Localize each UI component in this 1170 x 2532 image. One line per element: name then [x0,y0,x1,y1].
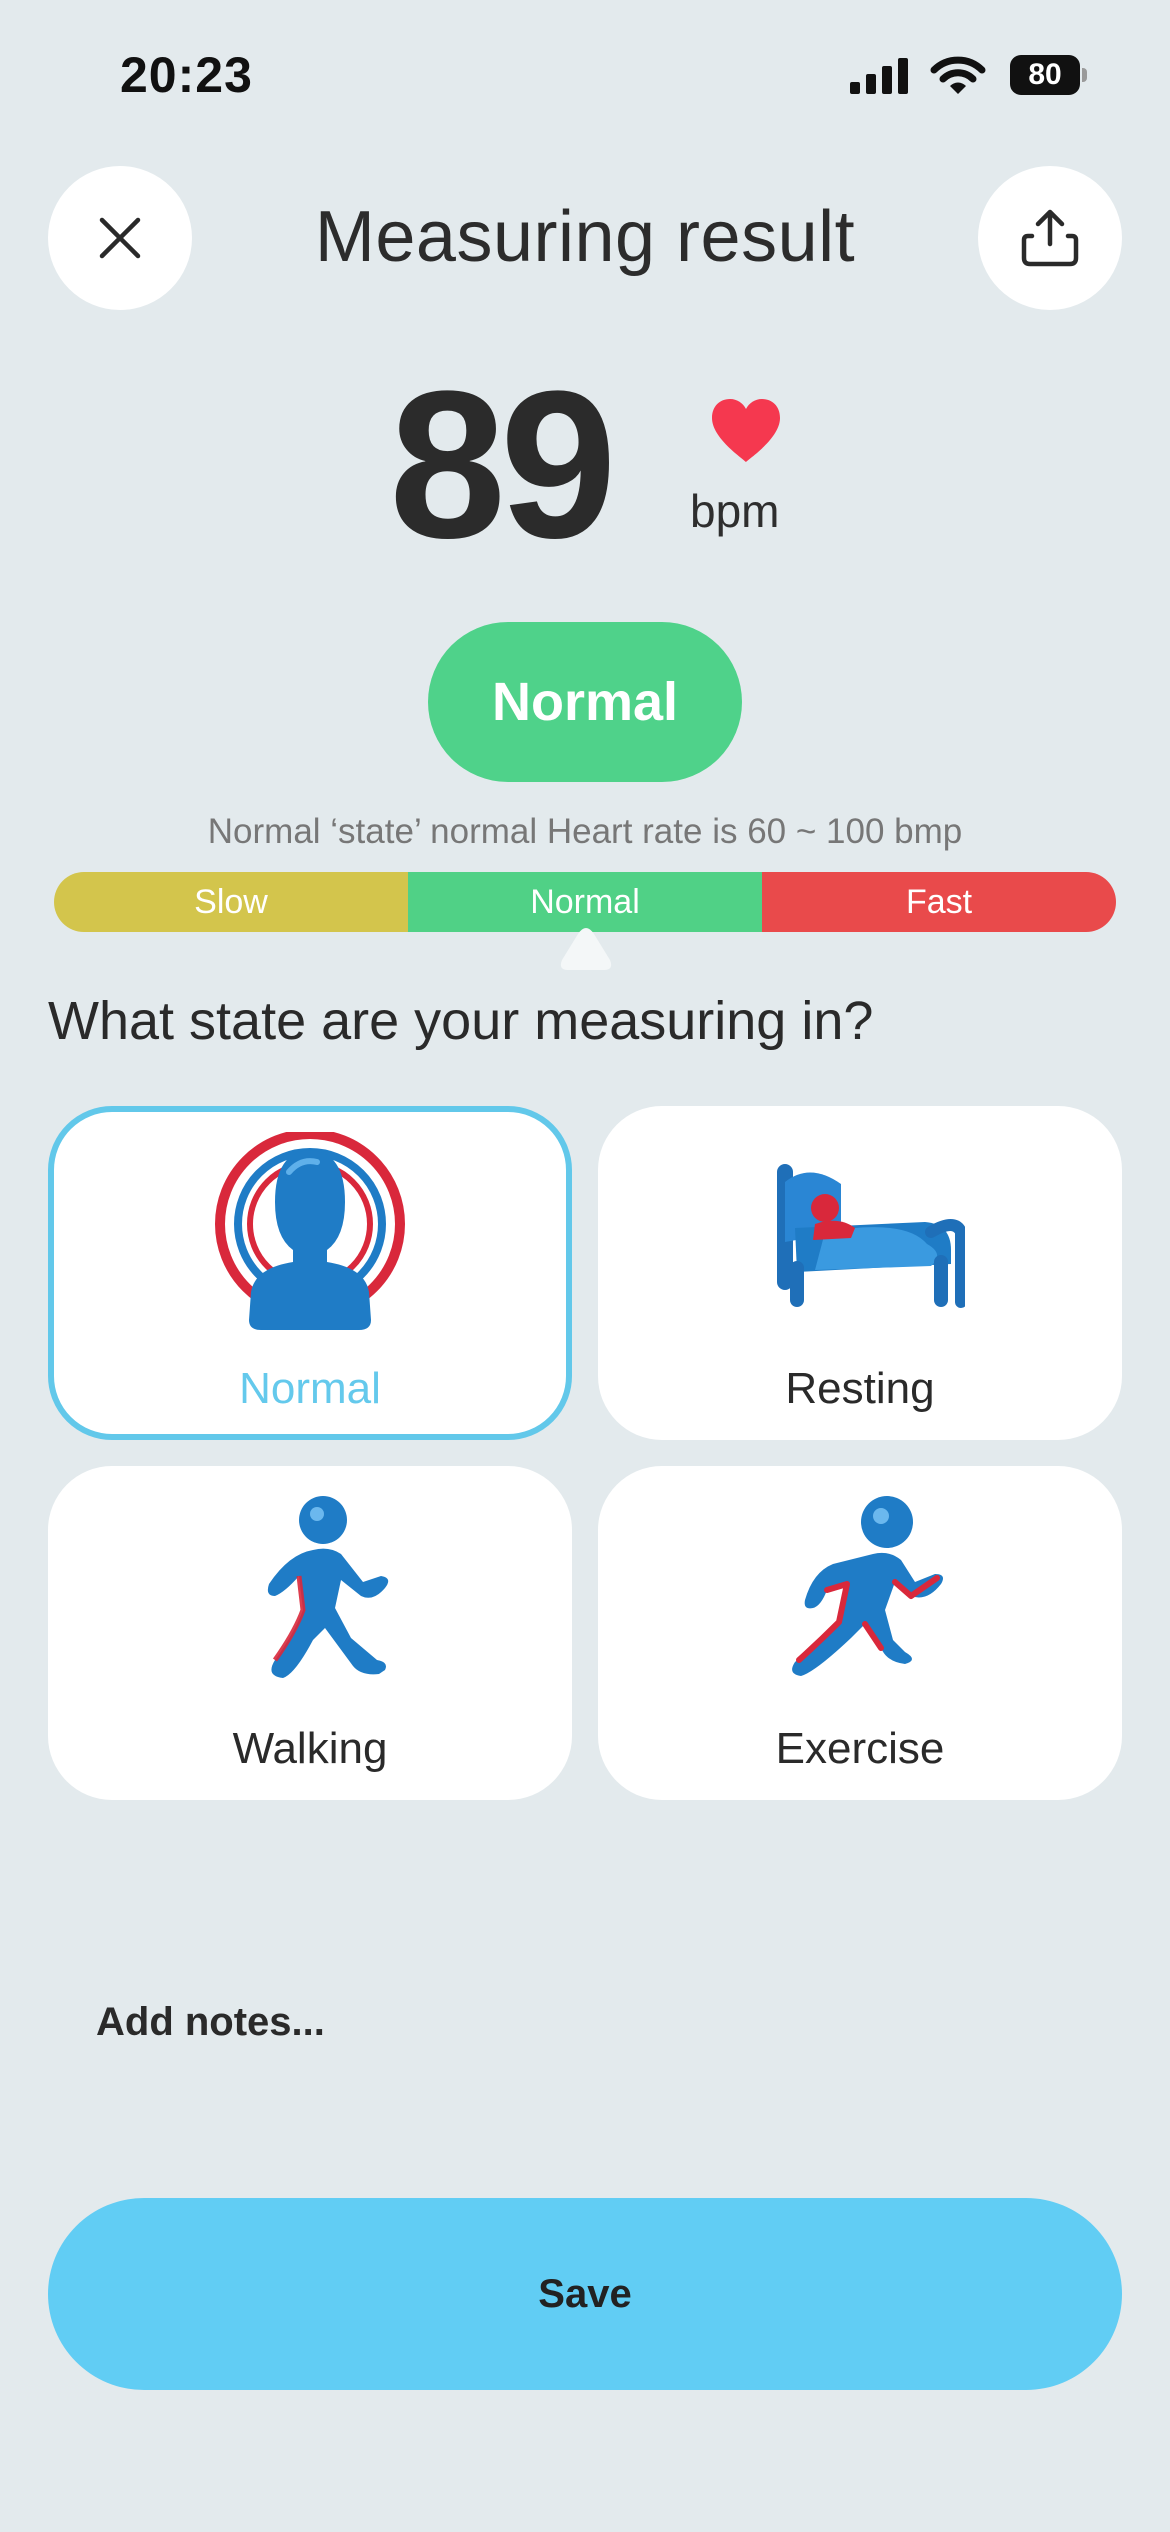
gauge-segment-fast: Fast [762,872,1116,932]
share-icon [1021,209,1079,267]
status-time: 20:23 [120,47,253,103]
state-label-exercise: Exercise [775,1724,945,1773]
range-note: Normal ‘state’ normal Heart rate is 60 ~… [207,812,963,851]
save-button[interactable]: Save [48,2198,1122,2390]
person-head-icon [215,1132,405,1330]
state-card-resting[interactable]: Resting [598,1106,1122,1440]
running-person-icon [792,1496,943,1676]
heart-rate-unit: bpm [690,485,780,537]
heart-icon [712,399,780,462]
state-card-walking[interactable]: Walking [48,1466,572,1800]
battery-icon: 80 [1010,55,1087,95]
status-badge: Normal [428,622,742,782]
state-card-exercise[interactable]: Exercise [598,1466,1122,1800]
status-icons: 80 [850,52,1090,102]
state-card-normal[interactable]: Normal [48,1106,572,1440]
cellular-signal-icon [850,58,908,94]
gauge-segment-slow: Slow [54,872,408,932]
heart-rate-gauge: Slow Normal Fast [54,872,1116,932]
notes-field[interactable]: Add notes... [96,2000,325,2045]
state-label-walking: Walking [232,1724,388,1773]
wifi-icon [930,56,986,94]
battery-level: 80 [1010,55,1080,95]
gauge-segment-normal: Normal [408,872,762,932]
walking-person-icon [267,1496,389,1678]
heart-rate-value: 89 [389,347,617,582]
state-question: What state are your measuring in? [48,991,874,1051]
gauge-indicator [560,928,612,970]
state-label-resting: Resting [785,1364,935,1413]
share-button[interactable] [978,166,1122,310]
bed-icon [777,1164,965,1308]
state-label-normal: Normal [239,1364,381,1413]
